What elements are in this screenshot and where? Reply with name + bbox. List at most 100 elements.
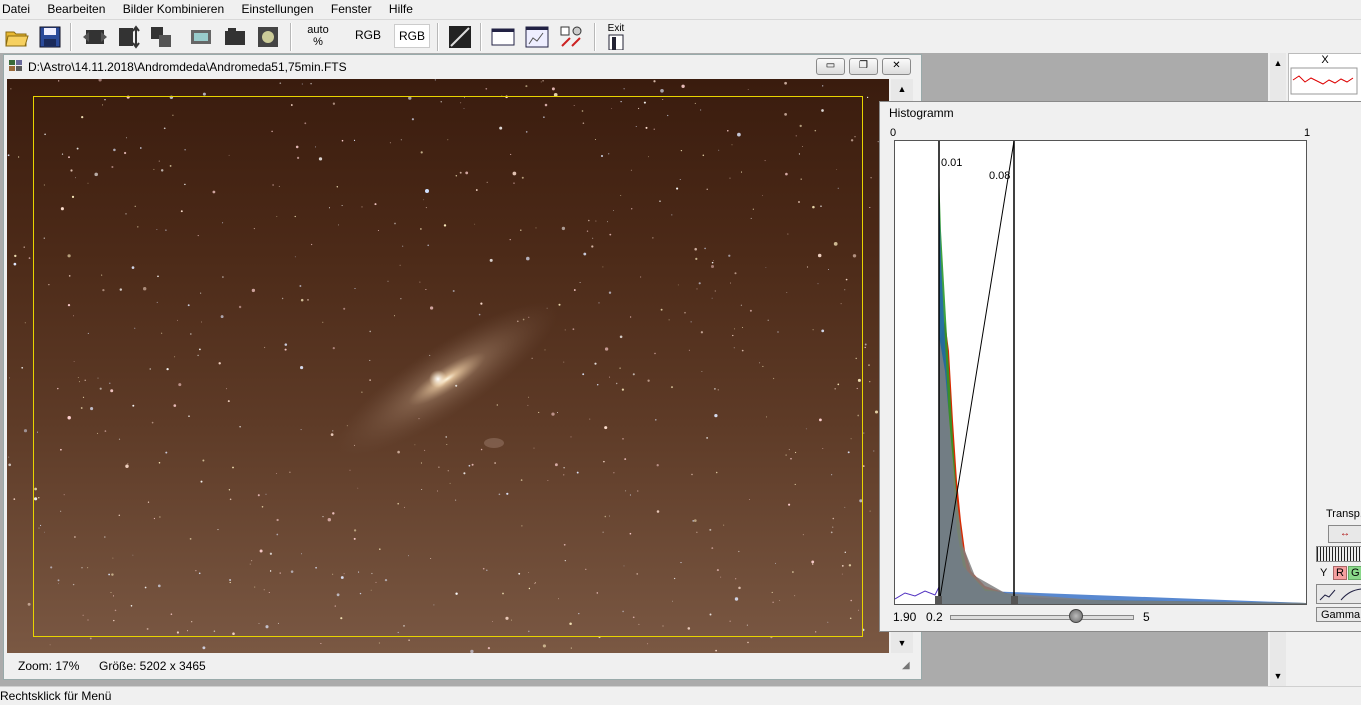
star: [715, 649, 717, 652]
bars-mode-button[interactable]: [1316, 546, 1361, 562]
flip-icon[interactable]: [115, 24, 141, 50]
status-text: Rechtsklick für Menü: [0, 689, 112, 703]
transp-range-button[interactable]: ↔: [1328, 525, 1361, 543]
menu-fenster[interactable]: Fenster: [329, 0, 379, 16]
star: [874, 410, 879, 414]
star: [862, 465, 865, 468]
resize-grip-icon[interactable]: ◢: [902, 660, 910, 671]
open-folder-icon[interactable]: [4, 24, 30, 50]
star: [822, 85, 824, 87]
star: [784, 81, 787, 85]
astro-image-canvas[interactable]: [7, 79, 889, 653]
star: [279, 82, 282, 85]
star: [13, 498, 16, 500]
gradient-icon[interactable]: [447, 24, 473, 50]
star: [570, 647, 572, 649]
auto-percent-button[interactable]: auto %: [307, 24, 329, 48]
split-channels-icon[interactable]: [82, 24, 108, 50]
star: [623, 88, 625, 90]
menu-einstellungen[interactable]: Einstellungen: [239, 0, 320, 16]
histogram-titlebar[interactable]: Histogramm: [880, 102, 1361, 123]
right-scroll-down-arrow[interactable]: ▼: [1271, 669, 1285, 683]
rgb-button-2[interactable]: RGB: [394, 24, 431, 48]
menu-datei[interactable]: Datei: [0, 0, 37, 16]
channel-y[interactable]: Y: [1320, 567, 1327, 579]
scroll-down-arrow[interactable]: ▼: [895, 636, 909, 650]
camera-icon[interactable]: [222, 24, 248, 50]
exit-door-icon: [608, 34, 624, 51]
star: [542, 644, 546, 648]
window-icon[interactable]: [490, 24, 516, 50]
star: [58, 80, 60, 82]
rgb-button-1[interactable]: RGB: [355, 28, 381, 42]
star: [540, 81, 542, 83]
high-marker-handle[interactable]: [1011, 596, 1018, 604]
hand-tool-icon[interactable]: [255, 24, 281, 50]
star: [301, 83, 303, 85]
mini-graph-label: X: [1321, 54, 1329, 66]
curve-mode-button[interactable]: [1316, 584, 1361, 604]
star: [89, 637, 92, 640]
star: [864, 346, 866, 349]
image-window-titlebar[interactable]: D:\Astro\14.11.2018\Andromdeda\Andromeda…: [4, 55, 919, 78]
save-icon[interactable]: [37, 24, 63, 50]
histogram-window: Histogramm 0 1 0.01 0.08 1.90 0.2 5 Tran…: [879, 101, 1361, 632]
channel-g[interactable]: G: [1348, 566, 1361, 580]
axis-min-label: 0: [890, 127, 897, 139]
menu-bearbeiten[interactable]: Bearbeiten: [45, 0, 112, 16]
combine-icon[interactable]: [148, 24, 174, 50]
low-marker-value: 0.01: [941, 157, 963, 169]
star: [310, 82, 312, 85]
star: [21, 366, 24, 369]
percent-label: %: [313, 36, 323, 48]
auto-label: auto: [307, 24, 329, 36]
star: [9, 377, 10, 379]
histogram-window-icon[interactable]: [524, 24, 550, 50]
star: [14, 254, 17, 258]
restore-button[interactable]: ❐: [849, 58, 878, 75]
star: [13, 262, 17, 266]
gamma-slider-track[interactable]: [950, 615, 1134, 620]
settings-tool-icon[interactable]: [558, 24, 584, 50]
menu-bar: Datei Bearbeiten Bilder Kombinieren Eins…: [0, 0, 1361, 20]
star: [864, 343, 867, 346]
crop-icon[interactable]: [188, 24, 214, 50]
star: [869, 206, 871, 209]
star: [863, 432, 865, 434]
scroll-up-arrow[interactable]: ▲: [895, 82, 909, 96]
low-marker-handle[interactable]: [935, 596, 942, 604]
star: [408, 639, 410, 641]
star: [525, 85, 528, 88]
selection-rectangle[interactable]: [33, 96, 863, 637]
star: [434, 79, 437, 81]
star: [202, 646, 206, 650]
noise-floor-trace: [895, 586, 940, 600]
channel-r[interactable]: R: [1333, 566, 1347, 580]
close-button[interactable]: ✕: [882, 58, 911, 75]
right-scroll-up-arrow[interactable]: ▲: [1271, 56, 1285, 70]
size-label: Größe: 5202 x 3465: [99, 659, 206, 673]
star: [647, 643, 649, 645]
star: [681, 84, 685, 88]
gamma-button[interactable]: Gamma: [1316, 607, 1361, 622]
slider-max-label: 5: [1143, 610, 1150, 624]
luminance-histogram: [895, 336, 1306, 604]
curve-icon: [1319, 588, 1361, 601]
image-window-title: D:\Astro\14.11.2018\Andromdeda\Andromeda…: [28, 60, 347, 74]
star: [23, 429, 28, 433]
minimize-button[interactable]: ▭: [816, 58, 845, 75]
star: [660, 88, 664, 93]
menu-hilfe[interactable]: Hilfe: [387, 0, 420, 16]
slider-min-label: 0.2: [926, 610, 943, 624]
status-bar: Rechtsklick für Menü: [0, 686, 1361, 705]
mini-graph: [1290, 67, 1358, 95]
star: [7, 154, 10, 157]
star: [27, 602, 31, 606]
star: [8, 463, 12, 467]
gamma-slider-thumb[interactable]: [1069, 609, 1083, 623]
exit-button[interactable]: Exit: [604, 23, 628, 53]
menu-bilder-kombinieren[interactable]: Bilder Kombinieren: [121, 0, 231, 16]
zoom-label: Zoom: 17%: [18, 659, 80, 673]
histogram-plot[interactable]: 0.01 0.08: [894, 140, 1307, 605]
star: [869, 510, 871, 512]
